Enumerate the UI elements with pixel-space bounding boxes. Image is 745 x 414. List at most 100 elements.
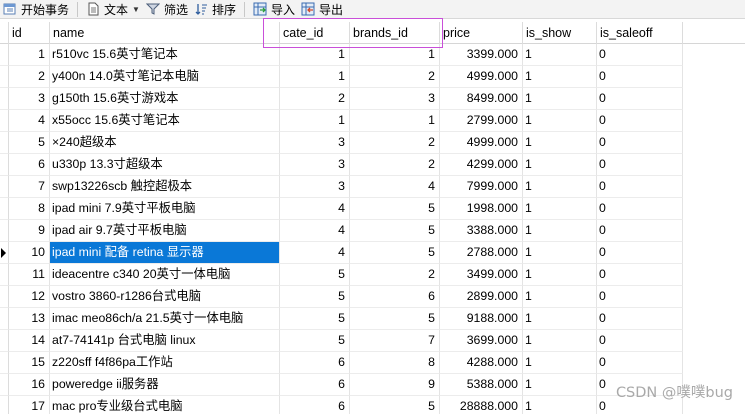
- row-gutter[interactable]: [0, 198, 9, 220]
- table-row[interactable]: 6 u330p 13.3寸超级本 3 2 4299.000 1 0: [0, 154, 745, 176]
- cell-brands-id[interactable]: 9: [350, 374, 440, 396]
- cell-brands-id[interactable]: 7: [350, 330, 440, 352]
- cell-price[interactable]: 3499.000: [440, 264, 523, 286]
- cell-is-saleoff[interactable]: 0: [597, 286, 683, 308]
- cell-cate-id[interactable]: 2: [280, 88, 350, 110]
- cell-name[interactable]: r510vc 15.6英寸笔记本: [50, 44, 280, 66]
- cell-id[interactable]: 16: [9, 374, 50, 396]
- table-row[interactable]: 15 z220sff f4f86pa工作站 6 8 4288.000 1 0: [0, 352, 745, 374]
- row-gutter[interactable]: [0, 220, 9, 242]
- cell-brands-id[interactable]: 5: [350, 198, 440, 220]
- cell-brands-id[interactable]: 2: [350, 154, 440, 176]
- cell-price[interactable]: 4288.000: [440, 352, 523, 374]
- sort-button[interactable]: 排序: [191, 0, 239, 19]
- cell-is-show[interactable]: 1: [523, 44, 597, 66]
- table-row[interactable]: 5 ×240超级本 3 2 4999.000 1 0: [0, 132, 745, 154]
- cell-is-show[interactable]: 1: [523, 88, 597, 110]
- begin-transaction-button[interactable]: 开始事务: [0, 0, 72, 19]
- cell-id[interactable]: 6: [9, 154, 50, 176]
- cell-id[interactable]: 15: [9, 352, 50, 374]
- cell-price[interactable]: 2788.000: [440, 242, 523, 264]
- row-gutter[interactable]: [0, 44, 9, 66]
- table-row[interactable]: 8 ipad mini 7.9英寸平板电脑 4 5 1998.000 1 0: [0, 198, 745, 220]
- cell-id[interactable]: 14: [9, 330, 50, 352]
- cell-price[interactable]: 2899.000: [440, 286, 523, 308]
- row-gutter[interactable]: [0, 330, 9, 352]
- cell-is-show[interactable]: 1: [523, 132, 597, 154]
- table-row[interactable]: 12 vostro 3860-r1286台式电脑 5 6 2899.000 1 0: [0, 286, 745, 308]
- cell-id[interactable]: 10: [9, 242, 50, 264]
- cell-is-saleoff[interactable]: 0: [597, 220, 683, 242]
- cell-price[interactable]: 9188.000: [440, 308, 523, 330]
- row-gutter[interactable]: [0, 66, 9, 88]
- cell-name[interactable]: at7-74141p 台式电脑 linux: [50, 330, 280, 352]
- cell-name[interactable]: u330p 13.3寸超级本: [50, 154, 280, 176]
- cell-cate-id[interactable]: 6: [280, 352, 350, 374]
- cell-name[interactable]: ×240超级本: [50, 132, 280, 154]
- cell-is-show[interactable]: 1: [523, 264, 597, 286]
- cell-is-saleoff[interactable]: 0: [597, 242, 683, 264]
- cell-cate-id[interactable]: 5: [280, 264, 350, 286]
- cell-price[interactable]: 4999.000: [440, 66, 523, 88]
- cell-is-saleoff[interactable]: 0: [597, 352, 683, 374]
- row-gutter[interactable]: [0, 286, 9, 308]
- export-button[interactable]: 导出: [298, 0, 346, 19]
- cell-cate-id[interactable]: 4: [280, 198, 350, 220]
- cell-is-show[interactable]: 1: [523, 154, 597, 176]
- cell-brands-id[interactable]: 5: [350, 242, 440, 264]
- cell-is-show[interactable]: 1: [523, 110, 597, 132]
- cell-brands-id[interactable]: 5: [350, 220, 440, 242]
- cell-id[interactable]: 17: [9, 396, 50, 414]
- column-header-name[interactable]: name: [50, 22, 280, 44]
- column-header-id[interactable]: id: [9, 22, 50, 44]
- cell-cate-id[interactable]: 6: [280, 396, 350, 414]
- cell-name[interactable]: x55occ 15.6英寸笔记本: [50, 110, 280, 132]
- column-header-price[interactable]: price: [440, 22, 523, 44]
- filter-button[interactable]: 筛选: [143, 0, 191, 19]
- cell-name[interactable]: poweredge ii服务器: [50, 374, 280, 396]
- cell-is-show[interactable]: 1: [523, 198, 597, 220]
- cell-brands-id[interactable]: 2: [350, 264, 440, 286]
- cell-id[interactable]: 4: [9, 110, 50, 132]
- cell-price[interactable]: 3399.000: [440, 44, 523, 66]
- cell-name[interactable]: ipad air 9.7英寸平板电脑: [50, 220, 280, 242]
- cell-price[interactable]: 4999.000: [440, 132, 523, 154]
- column-header-is-saleoff[interactable]: is_saleoff: [597, 22, 683, 44]
- row-gutter[interactable]: [0, 352, 9, 374]
- cell-cate-id[interactable]: 1: [280, 66, 350, 88]
- cell-id[interactable]: 3: [9, 88, 50, 110]
- cell-price[interactable]: 4299.000: [440, 154, 523, 176]
- import-button[interactable]: 导入: [250, 0, 298, 19]
- table-row[interactable]: 10 ipad mini 配备 retina 显示器 4 5 2788.000 1 0: [0, 242, 745, 264]
- table-row[interactable]: 3 g150th 15.6英寸游戏本 2 3 8499.000 1 0: [0, 88, 745, 110]
- cell-is-saleoff[interactable]: 0: [597, 110, 683, 132]
- cell-id[interactable]: 8: [9, 198, 50, 220]
- cell-is-saleoff[interactable]: 0: [597, 330, 683, 352]
- row-gutter[interactable]: [0, 396, 9, 414]
- cell-is-show[interactable]: 1: [523, 66, 597, 88]
- cell-price[interactable]: 2799.000: [440, 110, 523, 132]
- cell-is-saleoff[interactable]: 0: [597, 176, 683, 198]
- table-row[interactable]: 14 at7-74141p 台式电脑 linux 5 7 3699.000 1 0: [0, 330, 745, 352]
- cell-price[interactable]: 3699.000: [440, 330, 523, 352]
- row-gutter[interactable]: [0, 308, 9, 330]
- row-gutter[interactable]: [0, 242, 9, 264]
- cell-price[interactable]: 1998.000: [440, 198, 523, 220]
- cell-cate-id[interactable]: 4: [280, 242, 350, 264]
- cell-cate-id[interactable]: 5: [280, 286, 350, 308]
- cell-cate-id[interactable]: 3: [280, 132, 350, 154]
- cell-brands-id[interactable]: 2: [350, 66, 440, 88]
- cell-id[interactable]: 12: [9, 286, 50, 308]
- row-gutter[interactable]: [0, 374, 9, 396]
- cell-is-saleoff[interactable]: 0: [597, 264, 683, 286]
- cell-name[interactable]: swp13226scb 触控超极本: [50, 176, 280, 198]
- cell-name[interactable]: z220sff f4f86pa工作站: [50, 352, 280, 374]
- cell-is-saleoff[interactable]: 0: [597, 308, 683, 330]
- cell-id[interactable]: 11: [9, 264, 50, 286]
- cell-is-saleoff[interactable]: 0: [597, 198, 683, 220]
- table-row[interactable]: 4 x55occ 15.6英寸笔记本 1 1 2799.000 1 0: [0, 110, 745, 132]
- cell-name[interactable]: vostro 3860-r1286台式电脑: [50, 286, 280, 308]
- cell-brands-id[interactable]: 5: [350, 396, 440, 414]
- row-gutter[interactable]: [0, 110, 9, 132]
- cell-price[interactable]: 8499.000: [440, 88, 523, 110]
